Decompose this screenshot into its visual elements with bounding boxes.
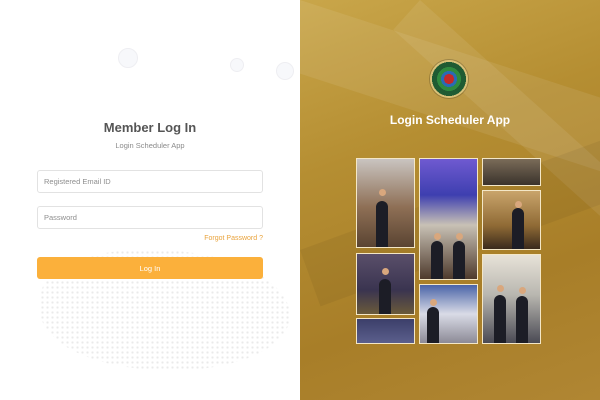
- user-icon: [276, 62, 294, 80]
- event-photo: [356, 158, 415, 248]
- event-photo: [482, 254, 541, 344]
- app-title: Login Scheduler App: [389, 113, 511, 127]
- login-subtitle: Login Scheduler App: [115, 141, 185, 150]
- password-field[interactable]: [37, 206, 263, 229]
- event-photo: [419, 284, 478, 344]
- event-photo: [356, 318, 415, 344]
- organization-seal-icon: [430, 60, 468, 98]
- user-icon: [118, 48, 138, 68]
- event-photo: [482, 158, 541, 186]
- event-photo: [419, 158, 478, 280]
- forgot-password-link[interactable]: Forgot Password ?: [204, 235, 263, 242]
- email-field[interactable]: [37, 170, 263, 193]
- login-panel: Member Log In Login Scheduler App Forgot…: [0, 0, 300, 400]
- event-photo: [356, 253, 415, 315]
- event-photo: [482, 190, 541, 250]
- photo-collage: [356, 158, 541, 344]
- login-title: Member Log In: [103, 120, 197, 135]
- login-button[interactable]: Log In: [37, 257, 263, 279]
- brand-panel: Login Scheduler App: [300, 0, 600, 400]
- user-icon: [230, 58, 244, 72]
